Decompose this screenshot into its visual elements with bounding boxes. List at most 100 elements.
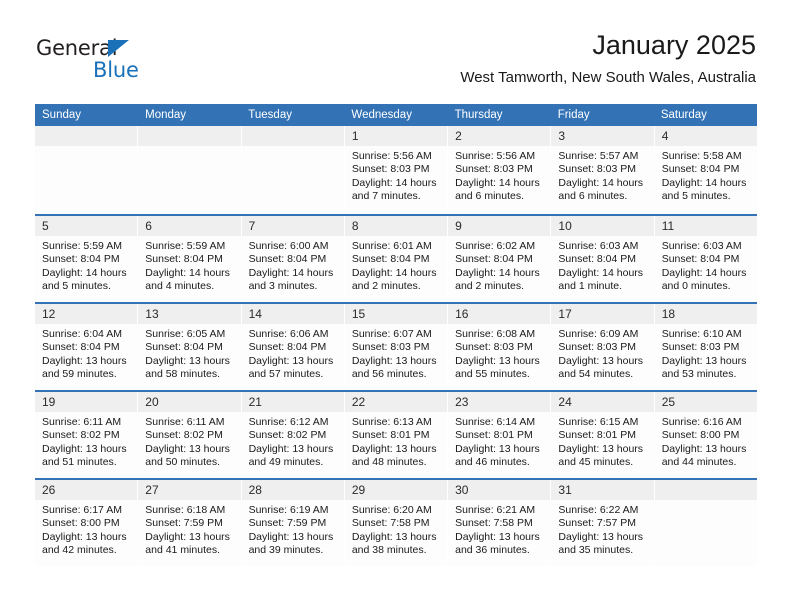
- day-detail-line: Daylight: 14 hours: [145, 266, 230, 279]
- weekday-header-friday: Friday: [557, 109, 590, 121]
- calendar-day-cell[interactable]: 14 Sunrise: 6:06 AM Sunset: 8:04 PM Dayligh…: [241, 304, 345, 390]
- calendar-week-row: 19 Sunrise: 6:11 AM Sunset: 8:02 PM Dayligh…: [35, 390, 757, 478]
- day-number-band: [241, 126, 344, 146]
- day-detail-line: and 5 minutes.: [661, 190, 731, 203]
- calendar-day-cell[interactable]: 17 Sunrise: 6:09 AM Sunset: 8:03 PM Dayligh…: [551, 304, 655, 390]
- day-number: 5: [42, 219, 49, 233]
- day-detail-line: Daylight: 13 hours: [145, 530, 230, 543]
- day-detail-text: Sunrise: 5:58 AM Sunset: 8:04 PM Daylight:…: [655, 146, 757, 204]
- calendar-week-row: 26 Sunrise: 6:17 AM Sunset: 8:00 PM Dayligh…: [35, 478, 757, 566]
- day-number: 12: [42, 307, 56, 321]
- calendar-day-cell[interactable]: 31 Sunrise: 6:22 AM Sunset: 7:57 PM Dayligh…: [551, 480, 655, 566]
- calendar-day-cell[interactable]: 26 Sunrise: 6:17 AM Sunset: 8:00 PM Dayligh…: [35, 480, 139, 566]
- day-number-band: 11: [654, 216, 757, 236]
- calendar-day-cell[interactable]: 11 Sunrise: 6:03 AM Sunset: 8:04 PM Dayligh…: [654, 216, 757, 302]
- day-detail-line: and 6 minutes.: [558, 190, 628, 203]
- day-number-band: 6: [138, 216, 241, 236]
- calendar-day-cell[interactable]: 22 Sunrise: 6:13 AM Sunset: 8:01 PM Dayligh…: [344, 392, 449, 478]
- calendar-day-cell[interactable]: 8 Sunrise: 6:01 AM Sunset: 8:04 PM Daylight…: [344, 216, 449, 302]
- day-detail-line: Sunset: 8:04 PM: [145, 341, 223, 354]
- day-detail-line: Daylight: 13 hours: [558, 530, 644, 543]
- day-detail-text: Sunrise: 6:04 AM Sunset: 8:04 PM Daylight:…: [35, 324, 137, 382]
- day-detail-text: Sunrise: 6:05 AM Sunset: 8:04 PM Daylight:…: [138, 324, 240, 382]
- weekday-header-saturday: Saturday: [660, 109, 707, 121]
- calendar-day-cell[interactable]: 5 Sunrise: 5:59 AM Sunset: 8:04 PM Daylight…: [35, 216, 139, 302]
- day-detail-line: Sunset: 8:01 PM: [558, 429, 637, 442]
- day-detail-line: Sunset: 8:04 PM: [455, 253, 533, 266]
- calendar-day-cell[interactable]: 19 Sunrise: 6:11 AM Sunset: 8:02 PM Dayligh…: [35, 392, 139, 478]
- calendar-day-cell[interactable]: 20 Sunrise: 6:11 AM Sunset: 8:02 PM Dayligh…: [138, 392, 242, 478]
- day-number-band: 29: [344, 480, 448, 500]
- calendar-day-cell-empty: [138, 126, 242, 214]
- day-detail-line: Sunrise: 6:18 AM: [145, 504, 226, 516]
- day-detail-line: and 59 minutes.: [42, 368, 117, 381]
- day-detail-line: Daylight: 14 hours: [351, 176, 437, 189]
- day-number-band: [138, 126, 241, 146]
- day-detail-line: Sunrise: 6:01 AM: [351, 240, 432, 252]
- day-detail-line: Daylight: 13 hours: [248, 442, 334, 455]
- day-detail-line: and 2 minutes.: [455, 280, 525, 293]
- day-number-band: 21: [241, 392, 344, 412]
- day-detail-line: Sunset: 8:00 PM: [42, 517, 120, 530]
- day-detail-line: Sunrise: 6:19 AM: [248, 504, 329, 516]
- calendar-day-cell[interactable]: 6 Sunrise: 5:59 AM Sunset: 8:04 PM Daylight…: [138, 216, 242, 302]
- calendar-day-cell[interactable]: 15 Sunrise: 6:07 AM Sunset: 8:03 PM Dayligh…: [344, 304, 449, 390]
- calendar-day-cell[interactable]: 4 Sunrise: 5:58 AM Sunset: 8:04 PM Daylight…: [654, 126, 757, 214]
- calendar-day-cell[interactable]: 27 Sunrise: 6:18 AM Sunset: 7:59 PM Dayligh…: [138, 480, 242, 566]
- weekday-header-sunday: Sunday: [42, 109, 82, 121]
- day-detail-line: Sunrise: 6:03 AM: [558, 240, 639, 252]
- calendar-day-cell[interactable]: 2 Sunrise: 5:56 AM Sunset: 8:03 PM Daylight…: [448, 126, 552, 214]
- calendar-day-cell[interactable]: 18 Sunrise: 6:10 AM Sunset: 8:03 PM Dayligh…: [654, 304, 757, 390]
- calendar-day-cell-empty: [35, 126, 139, 214]
- day-number: 14: [248, 307, 262, 321]
- day-detail-line: and 42 minutes.: [42, 544, 117, 557]
- day-detail-text: Sunrise: 6:14 AM Sunset: 8:01 PM Daylight:…: [448, 412, 550, 470]
- day-number-band: 12: [35, 304, 138, 324]
- day-detail-line: Sunrise: 6:21 AM: [455, 504, 536, 516]
- day-detail-text: Sunrise: 6:06 AM Sunset: 8:04 PM Daylight:…: [242, 324, 344, 382]
- calendar-day-cell[interactable]: 10 Sunrise: 6:03 AM Sunset: 8:04 PM Dayligh…: [551, 216, 655, 302]
- calendar-page: General Blue January 2025 West Tamworth,…: [0, 0, 792, 612]
- calendar-day-cell[interactable]: 23 Sunrise: 6:14 AM Sunset: 8:01 PM Dayligh…: [448, 392, 552, 478]
- calendar-day-cell[interactable]: 13 Sunrise: 6:05 AM Sunset: 8:04 PM Dayligh…: [138, 304, 242, 390]
- general-blue-logo[interactable]: General Blue: [36, 36, 166, 86]
- day-detail-line: Sunrise: 6:11 AM: [145, 416, 225, 428]
- day-detail-text: Sunrise: 6:08 AM Sunset: 8:03 PM Daylight:…: [448, 324, 550, 382]
- day-detail-line: and 46 minutes.: [455, 456, 530, 469]
- day-number: 23: [455, 395, 469, 409]
- day-detail-line: and 54 minutes.: [558, 368, 634, 381]
- day-detail-line: Sunrise: 6:06 AM: [248, 328, 329, 340]
- day-detail-line: Sunset: 8:04 PM: [248, 341, 327, 354]
- calendar-day-cell[interactable]: 12 Sunrise: 6:04 AM Sunset: 8:04 PM Dayligh…: [35, 304, 139, 390]
- day-number-band: 22: [344, 392, 448, 412]
- calendar-day-cell[interactable]: 25 Sunrise: 6:16 AM Sunset: 8:00 PM Dayligh…: [654, 392, 757, 478]
- day-detail-line: Sunrise: 6:00 AM: [248, 240, 329, 252]
- day-detail-line: and 6 minutes.: [455, 190, 525, 203]
- calendar-day-cell[interactable]: 21 Sunrise: 6:12 AM Sunset: 8:02 PM Dayligh…: [241, 392, 345, 478]
- day-number-band: 14: [241, 304, 344, 324]
- day-detail-line: Sunrise: 6:10 AM: [661, 328, 742, 340]
- calendar-day-cell[interactable]: 3 Sunrise: 5:57 AM Sunset: 8:03 PM Daylight…: [551, 126, 655, 214]
- day-detail-line: and 0 minutes.: [661, 280, 731, 293]
- day-detail-line: and 51 minutes.: [42, 456, 117, 469]
- day-detail-line: Sunset: 7:59 PM: [145, 517, 223, 530]
- day-number: 3: [558, 129, 566, 143]
- day-detail-line: Sunset: 8:04 PM: [661, 163, 740, 176]
- calendar-day-cell[interactable]: 24 Sunrise: 6:15 AM Sunset: 8:01 PM Dayligh…: [551, 392, 655, 478]
- calendar-day-cell[interactable]: 30 Sunrise: 6:21 AM Sunset: 7:58 PM Dayligh…: [448, 480, 552, 566]
- calendar-day-cell[interactable]: 1 Sunrise: 5:56 AM Sunset: 8:03 PM Daylight…: [344, 126, 449, 214]
- calendar-day-cell[interactable]: 16 Sunrise: 6:08 AM Sunset: 8:03 PM Dayligh…: [448, 304, 552, 390]
- day-detail-line: Daylight: 13 hours: [558, 442, 644, 455]
- day-detail-line: and 50 minutes.: [145, 456, 220, 469]
- calendar-day-cell[interactable]: 29 Sunrise: 6:20 AM Sunset: 7:58 PM Dayligh…: [344, 480, 449, 566]
- day-detail-text: Sunrise: 6:22 AM Sunset: 7:57 PM Daylight:…: [551, 500, 653, 558]
- day-number-band: 24: [551, 392, 654, 412]
- calendar-day-cell[interactable]: 7 Sunrise: 6:00 AM Sunset: 8:04 PM Daylight…: [241, 216, 345, 302]
- day-detail-line: Sunset: 8:04 PM: [248, 253, 327, 266]
- day-number-band: 1: [344, 126, 448, 146]
- calendar-day-cell[interactable]: 9 Sunrise: 6:02 AM Sunset: 8:04 PM Daylight…: [448, 216, 552, 302]
- calendar-day-cell[interactable]: 28 Sunrise: 6:19 AM Sunset: 7:59 PM Dayligh…: [241, 480, 345, 566]
- day-number-band: 25: [654, 392, 757, 412]
- day-detail-line: Sunset: 8:01 PM: [351, 429, 430, 442]
- day-detail-line: Sunrise: 6:08 AM: [455, 328, 536, 340]
